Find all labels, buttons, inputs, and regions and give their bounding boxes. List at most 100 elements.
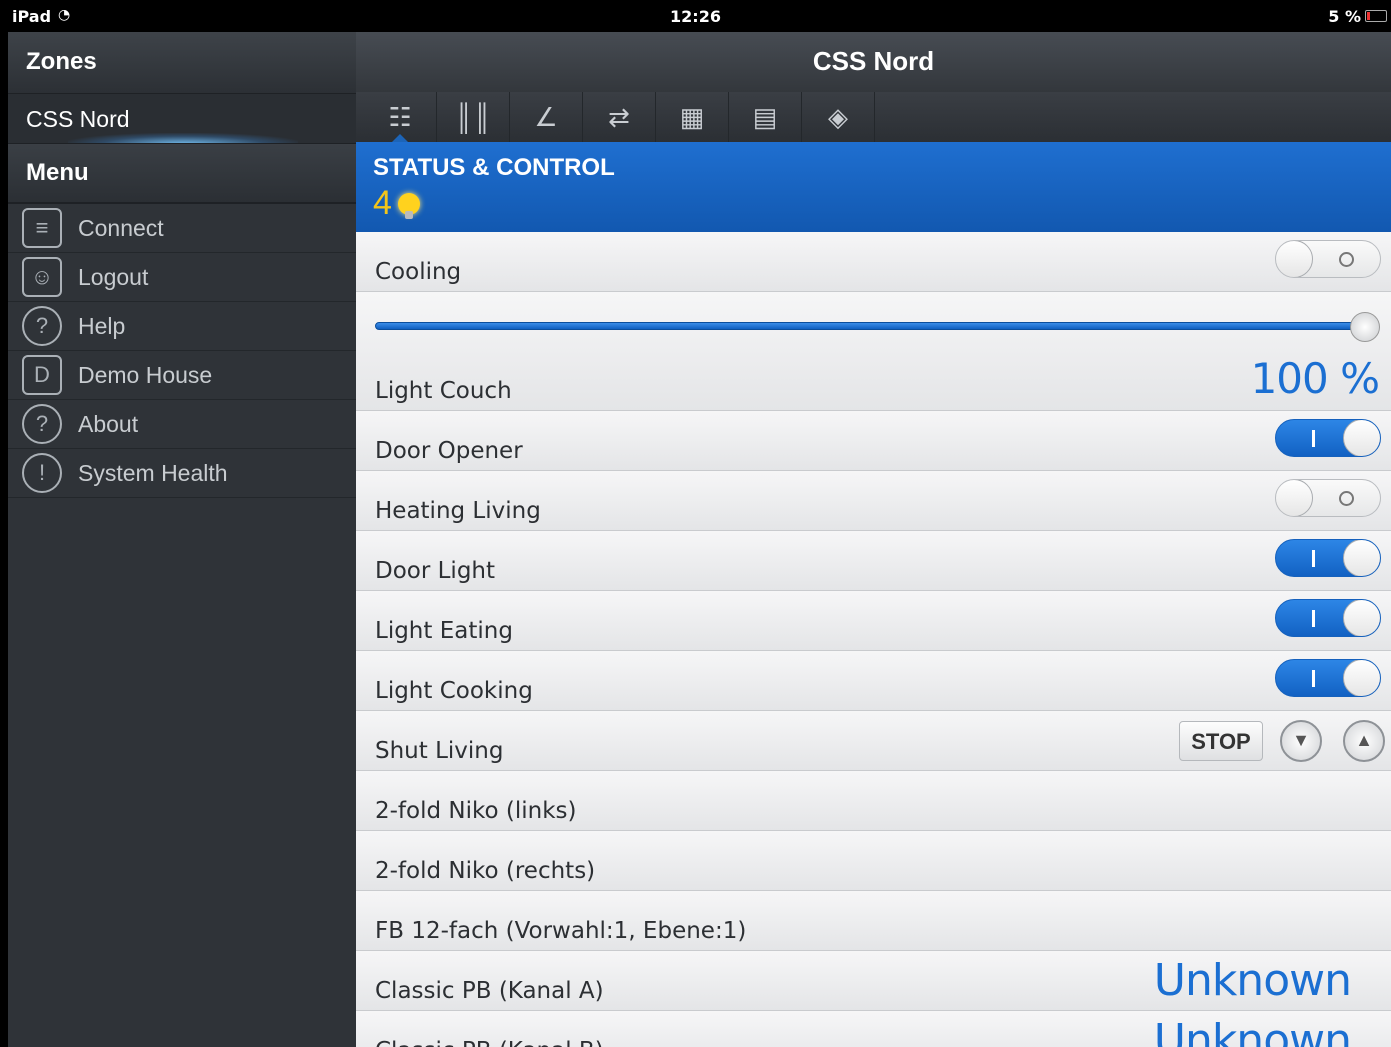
classic-a-status: Unknown [1153,955,1352,1006]
row-label: Heating Living [375,498,541,524]
row-label: 2-fold Niko (rechts) [375,858,596,884]
row-classic-a: Unknown Classic PB (Kanal A) [356,951,1391,1011]
grid-icon: ▦ [679,101,705,132]
row-label: Shut Living [375,738,504,764]
arrow-down-icon: ▼ [1292,730,1310,750]
zone-item-css-nord[interactable]: CSS Nord [8,94,356,144]
battery-percent: 5 % [1328,7,1361,26]
demo-house-icon: D [22,355,62,395]
light-couch-value: 100 % [1250,354,1380,403]
system-health-icon: ! [22,453,62,493]
row-cooling: Cooling [356,232,1391,292]
tab-bar: ☷ ║║ ∠ ⇄ ▦ ▤ ◈ [356,92,1391,142]
on-mark-icon [1312,670,1315,687]
section-header: STATUS & CONTROL 4 [356,142,1391,232]
row-light-cooking: Light Cooking [356,651,1391,711]
connect-icon: ≡ [22,208,62,248]
light-eating-toggle[interactable] [1275,599,1381,637]
row-door-light: Door Light [356,531,1391,591]
battery-icon [1365,10,1387,22]
shutter-up-button[interactable]: ▲ [1343,720,1385,762]
tab-chart[interactable]: ∠ [510,92,583,142]
classic-b-status: Unknown [1153,1015,1352,1047]
light-cooking-toggle[interactable] [1275,659,1381,697]
row-label: Light Cooking [375,678,533,704]
menu-item-help[interactable]: ? Help [8,302,356,351]
clock: 12:26 [670,7,721,26]
toggle-knob [1343,540,1380,576]
menu-item-label: Demo House [78,361,213,388]
menu-item-label: Logout [78,263,149,290]
door-light-toggle[interactable] [1275,539,1381,577]
zones-header: Zones [8,32,356,94]
toggle-knob [1343,600,1380,636]
about-icon: ? [22,404,62,444]
row-label: Door Opener [375,438,523,464]
slider-thumb[interactable] [1350,312,1380,342]
toggle-knob [1276,241,1313,277]
tab-heating[interactable]: ║║ [437,92,510,142]
menu-item-label: Connect [78,214,164,241]
menu-item-about[interactable]: ? About [8,400,356,449]
tab-grid[interactable]: ▦ [656,92,729,142]
selection-glow [68,133,298,143]
arrow-up-icon: ▲ [1355,730,1373,750]
row-label: 2-fold Niko (links) [375,798,577,824]
off-mark-icon [1339,491,1354,506]
menu-item-label: Help [78,312,126,339]
zone-label: CSS Nord [26,106,130,132]
sidebar: Zones CSS Nord Menu ≡ Connect ☺ Logout ?… [8,32,356,1047]
calendar-icon: ▤ [752,101,778,132]
bulb-icon [397,192,420,219]
tab-scenes[interactable]: ⇄ [583,92,656,142]
heating-icon: ║║ [454,101,492,132]
row-heating-living: Heating Living [356,471,1391,531]
menu-item-logout[interactable]: ☺ Logout [8,253,356,302]
on-mark-icon [1312,550,1315,567]
stop-button[interactable]: STOP [1179,721,1263,761]
row-light-couch: 100 % Light Couch [356,292,1391,411]
menu-header: Menu [8,144,356,204]
menu-item-demo-house[interactable]: D Demo House [8,351,356,400]
row-label: Classic PB (Kanal A) [375,978,604,1004]
off-mark-icon [1339,252,1354,267]
row-classic-b: Unknown Classic PB (Kanal B) [356,1011,1391,1047]
cooling-toggle[interactable] [1275,240,1381,278]
heating-living-toggle[interactable] [1275,479,1381,517]
light-couch-slider[interactable] [375,322,1365,330]
active-count: 4 [373,184,1374,223]
toggle-knob [1276,480,1313,516]
menu-item-connect[interactable]: ≡ Connect [8,204,356,253]
active-count-value: 4 [373,184,392,222]
camera-icon: ◈ [828,101,848,132]
tab-camera[interactable]: ◈ [802,92,875,142]
status-control-icon: ☷ [388,101,412,132]
tab-calendar[interactable]: ▤ [729,92,802,142]
shutter-down-button[interactable]: ▼ [1280,720,1322,762]
row-label: FB 12-fach (Vorwahl:1, Ebene:1) [375,918,747,944]
row-label: Light Eating [375,618,513,644]
door-opener-toggle[interactable] [1275,419,1381,457]
row-light-eating: Light Eating [356,591,1391,651]
menu-item-label: System Health [78,459,228,486]
row-door-opener: Door Opener [356,411,1391,471]
row-shut-living: Shut Living STOP ▼ ▲ [356,711,1391,771]
toggle-knob [1343,660,1380,696]
row-label: Door Light [375,558,496,584]
logout-icon: ☺ [22,257,62,297]
row-niko-rechts[interactable]: 2-fold Niko (rechts) [356,831,1391,891]
on-mark-icon [1312,610,1315,627]
tab-status-control[interactable]: ☷ [364,92,437,142]
row-fb12[interactable]: FB 12-fach (Vorwahl:1, Ebene:1) [356,891,1391,951]
row-niko-links[interactable]: 2-fold Niko (links) [356,771,1391,831]
menu-item-system-health[interactable]: ! System Health [8,449,356,498]
status-bar: iPad ◔ 12:26 5 % [0,0,1391,32]
row-label: Classic PB (Kanal B) [375,1038,604,1047]
help-icon: ? [22,306,62,346]
on-mark-icon [1312,430,1315,447]
menu-item-label: About [78,410,139,437]
page-title: CSS Nord [356,32,1391,92]
scenes-icon: ⇄ [608,101,630,132]
row-label: Light Couch [375,378,512,404]
section-title: STATUS & CONTROL [373,154,615,181]
